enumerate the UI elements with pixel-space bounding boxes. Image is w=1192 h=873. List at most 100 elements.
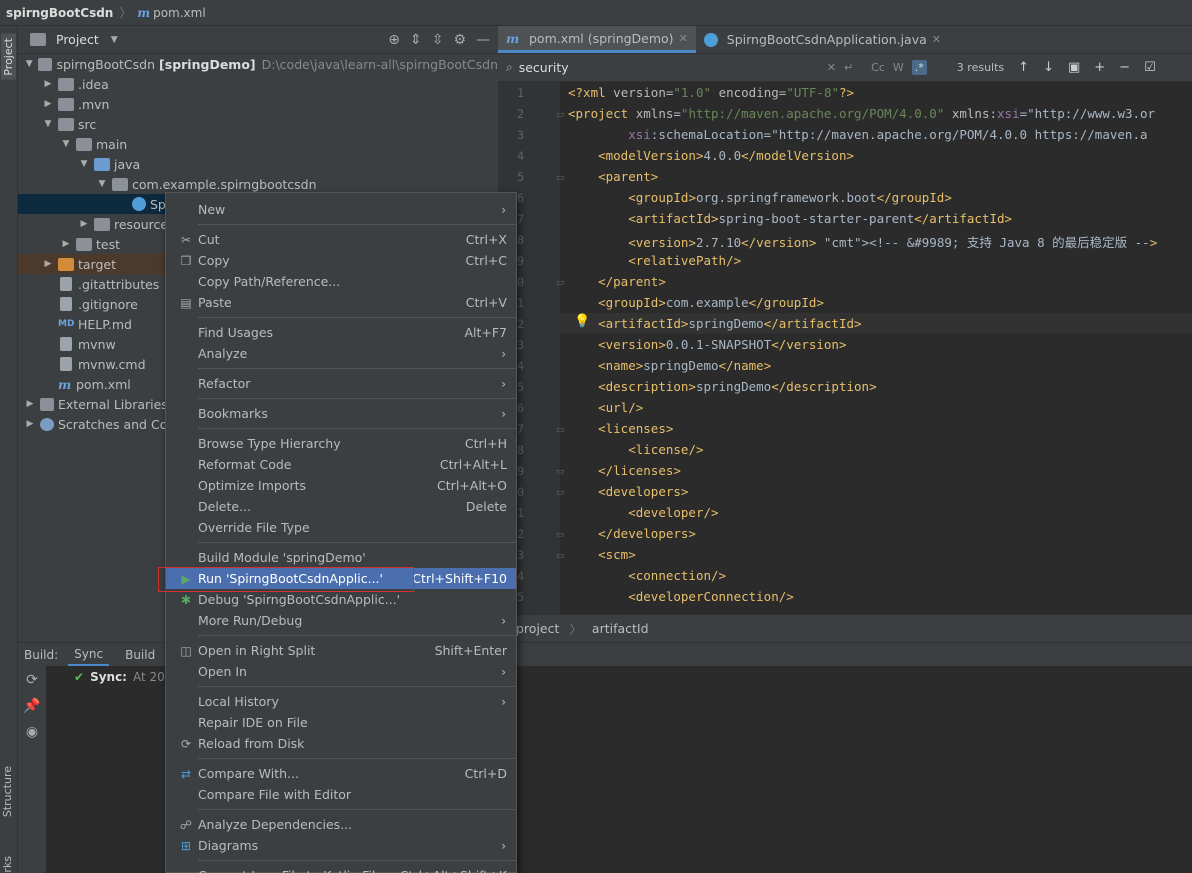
gear-icon[interactable]: ⚙ xyxy=(453,32,466,48)
expand-all-icon[interactable]: ⇕ xyxy=(410,32,422,48)
code-line: <artifactId>springDemo</artifactId> xyxy=(598,316,862,331)
menu-item-local-history[interactable]: Local History › xyxy=(166,691,516,712)
breadcrumb-artifactid-tag[interactable]: artifactId xyxy=(592,621,649,636)
tree-item-mvn[interactable]: ▶ .mvn xyxy=(18,94,498,114)
tree-item-label: External Libraries xyxy=(58,396,168,412)
menu-item-label: Delete... xyxy=(198,499,251,514)
tree-item-java[interactable]: ▼ java xyxy=(18,154,498,174)
tab-application-java[interactable]: SpirngBootCsdnApplication.java ✕ xyxy=(696,26,949,53)
menu-item-open-in-right-split[interactable]: ◫ Open in Right Split Shift+Enter xyxy=(166,640,516,661)
menu-item-compare-file-with-editor[interactable]: Compare File with Editor xyxy=(166,784,516,805)
chevron-right-icon[interactable]: ▶ xyxy=(24,399,36,409)
chevron-down-icon[interactable]: ▼ xyxy=(24,59,34,69)
menu-item-diagrams[interactable]: ⊞ Diagrams › xyxy=(166,835,516,856)
chevron-right-icon[interactable]: ▶ xyxy=(42,259,54,269)
chevron-down-icon[interactable]: ▼ xyxy=(78,159,90,169)
eye-icon[interactable]: ◉ xyxy=(26,724,38,740)
lightbulb-icon[interactable]: 💡 xyxy=(574,314,590,329)
chevron-down-icon[interactable]: ▼ xyxy=(60,139,72,149)
arrow-up-icon[interactable]: ↑ xyxy=(1018,60,1029,75)
chevron-down-icon[interactable]: ▼ xyxy=(42,119,54,129)
fold-icon[interactable]: ▭ xyxy=(556,110,565,120)
menu-item-bookmarks[interactable]: Bookmarks › xyxy=(166,403,516,424)
menu-item-browse-type-hierarchy[interactable]: Browse Type Hierarchy Ctrl+H xyxy=(166,433,516,454)
minimize-icon[interactable]: — xyxy=(476,32,490,48)
clear-icon[interactable]: ✕ xyxy=(827,61,836,74)
filter-icon[interactable]: ☑ xyxy=(1144,60,1156,75)
copy-icon: ❐ xyxy=(180,253,192,268)
breadcrumb-file[interactable]: pom.xml xyxy=(153,6,206,20)
fold-icon[interactable]: ▭ xyxy=(556,488,565,498)
tree-item-package[interactable]: ▼ com.example.spirngbootcsdn xyxy=(18,174,498,194)
select-all-icon[interactable]: ▣ xyxy=(1068,60,1080,75)
chevron-right-icon[interactable]: ▶ xyxy=(78,219,90,229)
menu-item-delete[interactable]: Delete... Delete xyxy=(166,496,516,517)
fold-icon[interactable]: ▭ xyxy=(556,278,565,288)
tab-build[interactable]: Build xyxy=(119,645,161,665)
menu-item-compare-with[interactable]: ⇄ Compare With... Ctrl+D xyxy=(166,763,516,784)
fold-icon[interactable]: ▭ xyxy=(556,173,565,183)
chevron-down-icon[interactable]: ▼ xyxy=(96,179,108,189)
menu-item-refactor[interactable]: Refactor › xyxy=(166,373,516,394)
menu-item-convert-java-file-to-kotlin-file[interactable]: Convert Java File to Kotlin File Ctrl+Alt… xyxy=(166,865,516,873)
menu-item-more-run-debug[interactable]: More Run/Debug › xyxy=(166,610,516,631)
chevron-right-icon[interactable]: ▶ xyxy=(42,99,54,109)
tool-tab-bookmarks[interactable]: arks xyxy=(1,856,14,873)
menu-item-repair-ide-on-file[interactable]: Repair IDE on File xyxy=(166,712,516,733)
fold-icon[interactable]: ▭ xyxy=(556,530,565,540)
tree-item-idea[interactable]: ▶ .idea xyxy=(18,74,498,94)
tab-sync[interactable]: Sync xyxy=(68,644,110,666)
search-input[interactable] xyxy=(518,60,819,75)
menu-item-label: Open In xyxy=(198,664,247,679)
tree-item-label: src xyxy=(78,116,97,132)
add-selection-icon[interactable]: + xyxy=(1094,60,1105,75)
breadcrumb-project[interactable]: spirngBootCsdn xyxy=(6,6,113,20)
breadcrumb-project-tag[interactable]: project xyxy=(516,621,559,636)
menu-item-build-module-springdemo[interactable]: Build Module 'springDemo' xyxy=(166,547,516,568)
chevron-right-icon[interactable]: ▶ xyxy=(60,239,72,249)
close-icon[interactable]: ✕ xyxy=(932,33,941,46)
menu-item-find-usages[interactable]: Find Usages Alt+F7 xyxy=(166,322,516,343)
tool-tab-structure[interactable]: Structure xyxy=(1,766,14,817)
menu-item-override-file-type[interactable]: Override File Type xyxy=(166,517,516,538)
fold-icon[interactable]: ▭ xyxy=(556,467,565,477)
whole-words-icon[interactable]: W xyxy=(893,61,904,74)
arrow-down-icon[interactable]: ↓ xyxy=(1043,60,1054,75)
tool-tab-project[interactable]: Project xyxy=(1,34,16,80)
regex-icon[interactable]: .* xyxy=(911,60,927,75)
chevron-down-icon[interactable]: ▼ xyxy=(111,35,118,45)
menu-item-new[interactable]: New › xyxy=(166,199,516,220)
tree-item-root[interactable]: ▼ spirngBootCsdn [springDemo] D:\code\ja… xyxy=(18,54,498,74)
fold-icon[interactable]: ▭ xyxy=(556,425,565,435)
menu-item-copy[interactable]: ❐ Copy Ctrl+C xyxy=(166,250,516,271)
history-icon[interactable]: ↵ xyxy=(844,61,853,74)
menu-item-reload-from-disk[interactable]: ⟳ Reload from Disk xyxy=(166,733,516,754)
fold-icon[interactable]: ▭ xyxy=(556,551,565,561)
tree-item-src[interactable]: ▼ src xyxy=(18,114,498,134)
menu-item-analyze[interactable]: Analyze › xyxy=(166,343,516,364)
menu-item-cut[interactable]: ✂ Cut Ctrl+X xyxy=(166,229,516,250)
menu-item-optimize-imports[interactable]: Optimize Imports Ctrl+Alt+O xyxy=(166,475,516,496)
tab-pom-xml[interactable]: m pom.xml (springDemo) ✕ xyxy=(498,26,696,53)
chevron-right-icon[interactable]: ▶ xyxy=(24,419,36,429)
menu-item-debug-spirngbootcsdnapplic[interactable]: ✱ Debug 'SpirngBootCsdnApplic...' xyxy=(166,589,516,610)
pin-icon[interactable]: 📌 xyxy=(23,698,40,714)
menu-separator xyxy=(198,317,516,318)
collapse-all-icon[interactable]: ⇳ xyxy=(432,32,444,48)
refresh-icon[interactable]: ⟳ xyxy=(26,672,38,688)
menu-item-open-in[interactable]: Open In › xyxy=(166,661,516,682)
menu-item-reformat-code[interactable]: Reformat Code Ctrl+Alt+L xyxy=(166,454,516,475)
menu-item-paste[interactable]: ▤ Paste Ctrl+V xyxy=(166,292,516,313)
chevron-right-icon[interactable]: ▶ xyxy=(42,79,54,89)
close-icon[interactable]: ✕ xyxy=(679,32,688,45)
menu-item-analyze-dependencies[interactable]: ☍ Analyze Dependencies... xyxy=(166,814,516,835)
search-icon[interactable]: ⌕ xyxy=(506,60,513,75)
remove-selection-icon[interactable]: − xyxy=(1119,60,1130,75)
project-panel-title[interactable]: Project xyxy=(56,32,99,47)
match-case-icon[interactable]: Cc xyxy=(871,61,885,74)
code-editor[interactable]: 1 2 ▭ 3 4 5 ▭ 6 7 8 9 10 ▭ 11 12 13 14 15 16 17 ▭ 18 19 ▭ 20 ▭ 21 2… xyxy=(498,82,1192,614)
menu-item-copy-path-reference[interactable]: Copy Path/Reference... xyxy=(166,271,516,292)
locate-icon[interactable]: ⊕ xyxy=(388,32,400,48)
tree-item-main[interactable]: ▼ main xyxy=(18,134,498,154)
tree-item-label: .gitignore xyxy=(78,296,138,312)
